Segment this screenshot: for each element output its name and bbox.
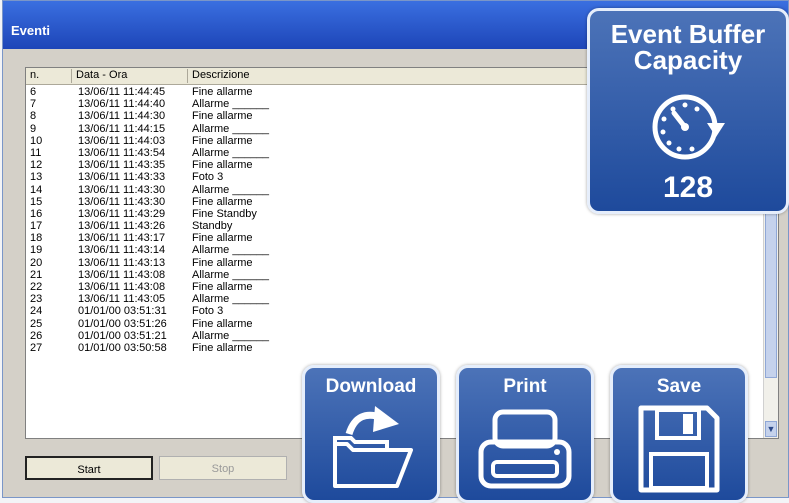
row-number: 7 [30, 98, 37, 111]
row-number: 6 [30, 86, 37, 98]
table-row[interactable]: 21 13/06/11 11:43:08 Allarme ______ [26, 269, 762, 281]
start-button[interactable]: Start [25, 456, 153, 480]
row-description: Foto 3 [192, 305, 224, 318]
print-button[interactable]: Print [456, 365, 594, 503]
row-number: 17 [30, 220, 43, 233]
row-datetime: 13/06/11 11:44:40 [78, 98, 166, 111]
row-datetime: 01/01/00 03:51:26 [78, 317, 167, 330]
row-datetime: 13/06/11 11:43:08 [78, 268, 166, 281]
row-description: Allarme ______ [192, 146, 270, 159]
table-row[interactable]: 27 01/01/00 03:50:58 Fine allarme [26, 342, 762, 354]
row-description: Fine allarme [192, 281, 253, 293]
row-datetime: 13/06/11 11:43:14 [78, 244, 166, 257]
row-datetime: 13/06/11 11:44:03 [78, 134, 166, 147]
row-number: 20 [30, 256, 43, 269]
window-title: Eventi [11, 23, 51, 38]
save-button[interactable]: Save [610, 365, 748, 503]
row-description: Fine allarme [192, 134, 253, 147]
table-row[interactable]: 19 13/06/11 11:43:14 Allarme ______ [26, 244, 762, 256]
table-row[interactable]: 25 01/01/00 03:51:26 Fine allarme [26, 318, 762, 330]
row-description: Allarme ______ [192, 244, 270, 257]
row-datetime: 13/06/11 11:43:08 [78, 281, 166, 293]
row-number: 19 [30, 244, 43, 257]
row-number: 18 [30, 232, 43, 245]
row-datetime: 13/06/11 11:43:35 [78, 159, 166, 172]
print-label: Print [503, 376, 547, 397]
row-description: Allarme ______ [192, 329, 270, 342]
row-datetime: 13/06/11 11:43:30 [78, 183, 166, 196]
table-row[interactable]: 26 01/01/00 03:51:21 Allarme ______ [26, 330, 762, 342]
row-number: 25 [30, 317, 43, 330]
clock-arrow-icon [652, 94, 725, 160]
row-description: Allarme ______ [192, 98, 270, 111]
row-datetime: 13/06/11 11:43:54 [78, 146, 166, 159]
row-description: Fine allarme [192, 86, 253, 98]
download-button[interactable]: Download [302, 365, 440, 503]
table-row[interactable]: 22 13/06/11 11:43:08 Fine allarme [26, 281, 762, 293]
row-description: Fine allarme [192, 110, 253, 123]
row-description: Fine allarme [192, 159, 253, 172]
row-number: 8 [30, 110, 37, 123]
scrollbar-thumb[interactable] [765, 196, 777, 378]
row-number: 21 [30, 268, 43, 281]
row-datetime: 13/06/11 11:43:13 [78, 256, 166, 269]
row-datetime: 13/06/11 11:44:30 [78, 110, 166, 123]
floppy-disk-icon [638, 405, 720, 493]
row-number: 16 [30, 207, 43, 220]
row-datetime: 13/06/11 11:43:17 [78, 232, 166, 245]
row-number: 15 [30, 195, 43, 208]
table-row[interactable]: 23 13/06/11 11:43:05 Allarme ______ [26, 293, 762, 305]
capacity-title-line2: Capacity [633, 45, 743, 75]
row-description: Allarme ______ [192, 268, 270, 281]
event-buffer-capacity-badge: Event Buffer Capacity 128 [587, 8, 789, 214]
folder-arrow-icon [333, 406, 413, 488]
capacity-value: 128 [662, 171, 714, 204]
row-description: Allarme ______ [192, 122, 270, 135]
table-row[interactable]: 18 13/06/11 11:43:17 Fine allarme [26, 232, 762, 244]
row-number: 22 [30, 281, 43, 293]
row-datetime: 13/06/11 11:43:26 [78, 220, 166, 233]
row-description: Fine allarme [192, 232, 253, 245]
row-number: 13 [30, 171, 43, 184]
row-number: 23 [30, 293, 43, 306]
row-number: 26 [30, 329, 43, 342]
row-datetime: 13/06/11 11:43:29 [78, 207, 166, 220]
column-header-number[interactable]: n. [26, 69, 72, 83]
row-description: Allarme ______ [192, 293, 270, 306]
row-number: 9 [30, 122, 37, 135]
row-datetime: 01/01/00 03:51:21 [78, 329, 167, 342]
row-datetime: 13/06/11 11:44:15 [78, 122, 166, 135]
row-description: Allarme ______ [192, 183, 270, 196]
row-datetime: 13/06/11 11:43:33 [78, 171, 166, 184]
row-number: 24 [30, 305, 43, 318]
table-row[interactable]: 24 01/01/00 03:51:31 Foto 3 [26, 305, 762, 317]
row-datetime: 13/06/11 11:43:05 [78, 293, 166, 306]
row-description: Fine Standby [192, 207, 257, 220]
row-number: 11 [30, 146, 42, 159]
save-label: Save [656, 376, 702, 397]
row-number: 12 [30, 159, 43, 172]
row-number: 14 [30, 183, 43, 196]
capacity-title-line1: Event Buffer [610, 19, 766, 49]
column-header-description[interactable]: Descrizione [188, 69, 588, 83]
printer-icon [478, 409, 572, 489]
row-number: 27 [30, 341, 43, 354]
row-datetime: 13/06/11 11:43:30 [78, 195, 166, 208]
row-description: Standby [192, 220, 233, 233]
row-description: Fine allarme [192, 256, 253, 269]
table-row[interactable]: 20 13/06/11 11:43:13 Fine allarme [26, 257, 762, 269]
download-label: Download [325, 376, 417, 397]
row-datetime: 01/01/00 03:50:58 [78, 341, 167, 354]
row-description: Foto 3 [192, 171, 224, 184]
row-description: Fine allarme [192, 195, 253, 208]
column-header-datetime[interactable]: Data - Ora [72, 69, 188, 83]
row-description: Fine allarme [192, 341, 253, 354]
row-datetime: 01/01/00 03:51:31 [78, 305, 167, 318]
stop-button[interactable]: Stop [159, 456, 287, 480]
row-number: 10 [30, 134, 43, 147]
row-description: Fine allarme [192, 317, 253, 330]
table-row[interactable]: 17 13/06/11 11:43:26 Standby [26, 220, 762, 232]
row-datetime: 13/06/11 11:44:45 [78, 86, 166, 98]
scroll-down-icon[interactable]: ▼ [765, 421, 777, 437]
